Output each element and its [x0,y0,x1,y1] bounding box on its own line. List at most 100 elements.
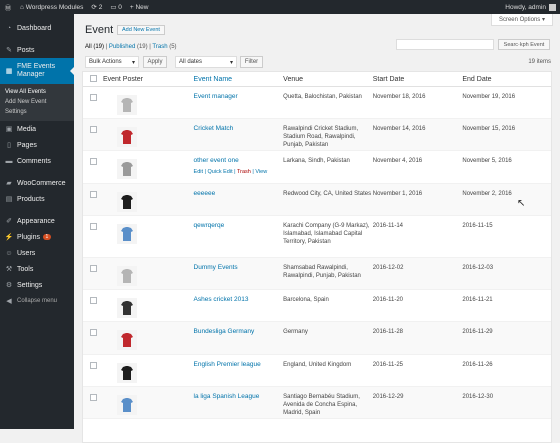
event-name-link[interactable]: English Premier league [194,361,284,369]
event-poster-image [116,95,137,115]
users-icon: ☺ [5,249,13,257]
view-published[interactable]: Published [109,44,135,50]
end-date-cell: November 15, 2016 [462,126,516,132]
start-date-cell: 2016-11-25 [372,362,404,368]
event-name-link[interactable]: eeeeee [194,190,284,198]
menu-media[interactable]: ▣ Media [0,121,74,137]
woocommerce-icon: ▰ [6,180,12,187]
column-event-name[interactable]: Event Name [194,76,284,83]
event-name-link[interactable]: qewrqerqe [194,222,284,230]
item-count: 19 items [528,59,551,65]
event-name-link[interactable]: Event manager [194,93,284,101]
menu-tools[interactable]: ⚒ Tools [0,261,74,277]
row-checkbox[interactable] [90,394,97,401]
table-header: Event Poster Event Name Venue Start Date… [83,72,551,87]
bulk-actions-select[interactable]: Bulk Actions ▾ [85,56,139,68]
add-new-event-button[interactable]: Add New Event [117,25,165,35]
menu-pages[interactable]: ▯ Pages [0,137,74,153]
end-date-cell: November 19, 2016 [462,94,516,100]
row-checkbox[interactable] [90,191,97,198]
row-checkbox[interactable] [90,297,97,304]
wordpress-logo-icon[interactable]: Ⓦ [0,0,16,14]
menu-posts[interactable]: ✎ Posts [0,42,74,58]
filter-button[interactable]: Filter [240,56,263,68]
updates-link[interactable]: ⟳ 2 [87,0,106,14]
column-poster: Event Poster [102,75,144,83]
menu-settings[interactable]: ⚙ Settings [0,277,74,293]
mouse-cursor-icon: ↖ [517,198,526,209]
event-name-link[interactable]: other event one [194,157,284,165]
view-trash[interactable]: Trash [152,44,167,50]
menu-plugins[interactable]: ⚡ Plugins 1 [0,229,74,245]
table-row: Ashes cricket 2013 Barcelona, Spain 2016-1… [83,290,551,322]
wrench-icon: ⚒ [5,266,13,273]
row-checkbox[interactable] [90,223,97,230]
start-date-cell: November 14, 2016 [372,126,426,132]
end-date-cell: November 2, 2016 [462,191,512,197]
menu-dashboard[interactable]: ◔ Dashboard [0,20,74,36]
refresh-icon: ⟳ [91,4,99,11]
event-poster-image [116,266,137,286]
venue-cell: England, United Kingdom [283,362,352,368]
account-menu[interactable]: Howdy, admin [501,0,560,14]
start-date-cell: 2016-12-02 [372,265,404,271]
row-checkbox[interactable] [90,126,97,133]
menu-products[interactable]: ▤ Products [0,191,74,207]
event-name-link[interactable]: Bundesliga Germany [194,328,284,336]
column-venue: Venue [283,75,304,83]
end-date-cell: 2016-11-26 [462,362,493,368]
event-name-link[interactable]: Cricket Match [194,125,284,133]
table-row: Cricket Match Rawalpindi Cricket Stadium,… [83,119,551,151]
table-row: other event one Edit | Quick Edit | Trash… [83,151,551,184]
apply-button[interactable]: Apply [143,56,167,68]
collapse-menu-button[interactable]: ◀ Collapse menu [0,293,74,309]
page-title: Event [85,24,114,36]
view-all[interactable]: All (19) [85,44,104,50]
view-link[interactable]: View [255,169,267,175]
event-name-link[interactable]: Dummy Events [194,264,284,272]
venue-cell: Larkana, Sindh, Pakistan [283,158,350,164]
trash-link[interactable]: Trash [237,169,251,175]
quick-edit-link[interactable]: Quick Edit [208,169,233,175]
row-actions: Edit | Quick Edit | Trash | View [193,169,268,175]
row-checkbox[interactable] [90,329,97,336]
search-input[interactable] [396,39,494,50]
archive-icon: ▤ [5,196,13,203]
row-checkbox[interactable] [90,158,97,165]
plugins-update-badge: 1 [42,234,51,240]
menu-users[interactable]: ☺ Users [0,245,74,261]
menu-fme-events-manager[interactable]: ▦ FME Events Manager [0,58,74,84]
submenu-settings[interactable]: Settings [0,107,74,117]
column-start-date: Start Date [372,75,405,83]
row-checkbox[interactable] [90,94,97,101]
new-content-link[interactable]: + New [126,0,153,14]
start-date-cell: 2016-11-14 [372,223,404,229]
table-row: Bundesliga Germany Germany 2016-11-28 2016-… [83,322,551,355]
event-name-link[interactable]: la liga Spanish League [194,393,284,401]
chevron-down-icon: ▾ [131,59,135,66]
event-poster-image [116,395,137,415]
row-checkbox[interactable] [90,265,97,272]
submenu-add-new-event[interactable]: Add New Event [0,97,74,107]
comments-link[interactable]: ▭ 0 [106,0,126,14]
event-name-link[interactable]: Ashes cricket 2013 [194,296,284,304]
site-name-link[interactable]: ⌂ Wordpress Modules [16,0,87,14]
select-all-checkbox[interactable] [90,74,97,82]
date-filter-select[interactable]: All dates ▾ [175,56,237,68]
avatar [549,3,556,11]
row-checkbox[interactable] [90,362,97,369]
table-row: eeeeee Redwood City, CA, United States Nov… [83,184,551,216]
admin-bar: Ⓦ ⌂ Wordpress Modules ⟳ 2 ▭ 0 + New Howd… [0,0,560,14]
edit-link[interactable]: Edit [194,169,203,175]
search-events-button[interactable]: Searc·kph Event [498,39,550,50]
start-date-cell: 2016-11-28 [372,329,404,335]
menu-comments[interactable]: ▬ Comments [0,153,74,169]
venue-cell: Barcelona, Spain [283,297,329,303]
menu-woocommerce[interactable]: ▰ WooCommerce [0,175,74,191]
end-date-cell: 2016-11-15 [462,223,493,229]
table-row: qewrqerqe Karachi Company (G-9 Markaz), I… [83,216,551,258]
screen-options-button[interactable]: Screen Options ▾ [490,14,553,26]
submenu-view-all-events[interactable]: View All Events [0,87,74,97]
menu-appearance[interactable]: ✐ Appearance [0,213,74,229]
table-row: English Premier league England, United Ki… [83,355,551,387]
